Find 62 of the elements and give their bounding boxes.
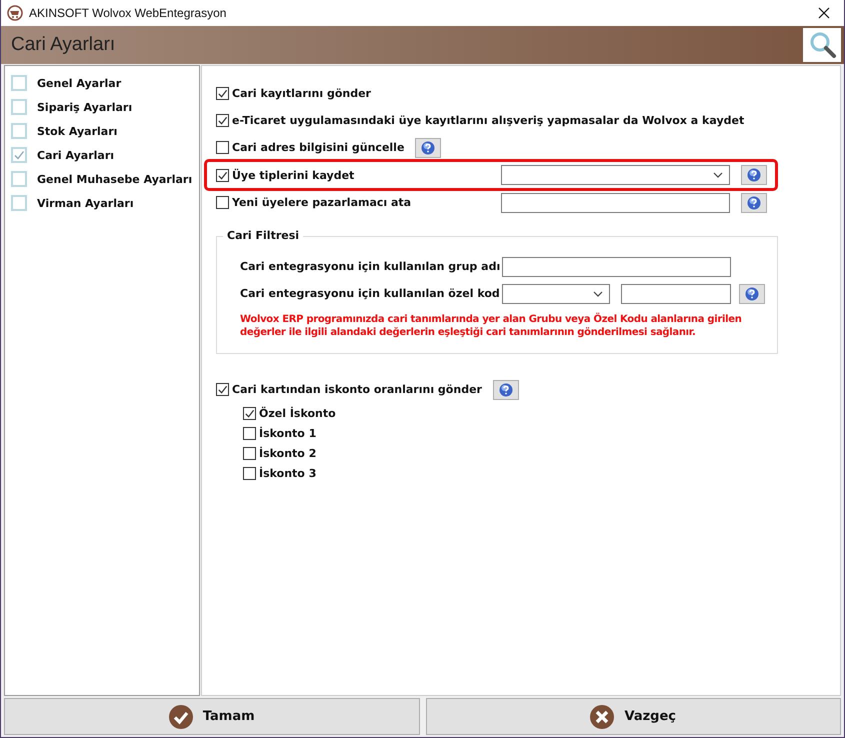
check-icon — [217, 384, 228, 395]
checkbox[interactable] — [243, 466, 256, 480]
help-button[interactable] — [741, 192, 767, 212]
help-button[interactable] — [741, 165, 767, 185]
caret-icon — [593, 290, 603, 296]
help-button[interactable] — [415, 138, 442, 158]
checkmark-icon — [168, 704, 193, 728]
option-label: İskonto 1 — [259, 426, 316, 440]
help-icon — [747, 196, 761, 210]
help-button[interactable] — [739, 284, 765, 304]
option-label: Cari kartından iskonto oranlarını gönder — [232, 383, 482, 396]
ok-button[interactable]: Tamam — [4, 698, 420, 735]
option-label: İskonto 2 — [259, 446, 316, 460]
sidebar-item[interactable]: Genel Muhasebe Ayarları — [37, 172, 192, 186]
option-label: Üye tiplerini kaydet — [232, 168, 356, 182]
sidebar-item[interactable]: Stok Ayarları — [37, 124, 118, 138]
sidebar-item[interactable]: Genel Ayarlar — [37, 76, 122, 90]
help-icon — [421, 140, 436, 154]
option-label: Cari kayıtlarını gönder — [232, 87, 371, 100]
check-icon — [217, 88, 228, 99]
input-field[interactable] — [501, 192, 730, 212]
field-label: Cari entegrasyonu için kullanılan özel kod — [240, 287, 501, 300]
checkbox[interactable] — [216, 141, 229, 154]
warning-text: Wolvox ERP programınızda cari tanımlarında yer alan Grubu veya Özel Kodu alanlarına girilen değerler ile ilgili alandaki değerlerin eşleştiği cari tanımlarının gönderilmesi sağlanır. — [240, 313, 743, 339]
checkbox[interactable] — [243, 426, 256, 440]
option-label: Özel İskonto — [259, 406, 336, 420]
checkbox[interactable] — [243, 406, 256, 420]
dropdown[interactable] — [502, 284, 610, 304]
help-icon — [747, 168, 761, 182]
option-label: Cari adres bilgisini güncelle — [232, 141, 404, 154]
checkbox[interactable] — [216, 168, 229, 182]
cart-icon — [7, 5, 23, 21]
checkbox[interactable] — [216, 196, 229, 209]
checkbox[interactable] — [243, 446, 256, 460]
input-field[interactable] — [502, 256, 731, 276]
option-label: İskonto 3 — [259, 466, 316, 480]
checkbox[interactable] — [216, 383, 229, 396]
sidebar-item[interactable]: Sipariş Ayarları — [37, 100, 132, 114]
option-label: Yeni üyelere pazarlamacı ata — [232, 196, 412, 209]
input-field[interactable] — [621, 284, 731, 304]
window-title: AKINSOFT Wolvox WebEntegrasyon — [29, 6, 226, 20]
page-title: Cari Ayarları — [11, 34, 116, 56]
field-label: Cari entegrasyonu için kullanılan grup adı — [240, 260, 502, 273]
search-button[interactable] — [803, 28, 841, 62]
help-icon — [498, 382, 513, 396]
checkbox[interactable] — [216, 87, 229, 100]
caret-icon — [713, 172, 723, 178]
close-icon[interactable] — [818, 7, 830, 19]
cancel-button[interactable]: Vazgeç — [426, 698, 841, 735]
check-icon — [13, 149, 25, 161]
close-icon — [590, 704, 614, 728]
help-icon — [745, 286, 759, 300]
dropdown[interactable] — [501, 165, 730, 185]
help-button[interactable] — [492, 380, 519, 400]
sidebar-item[interactable]: Cari Ayarları — [37, 148, 114, 162]
check-icon — [244, 408, 255, 418]
option-label: e-Ticaret uygulamasındaki üye kayıtlarını alışveriş yapmasalar da Wolvox a kaydet — [232, 114, 744, 127]
checkbox[interactable] — [216, 114, 229, 127]
group-title: Cari Filtresi — [223, 229, 304, 242]
check-icon — [217, 170, 228, 180]
check-icon — [217, 115, 228, 126]
sidebar-item[interactable]: Virman Ayarları — [37, 196, 134, 210]
